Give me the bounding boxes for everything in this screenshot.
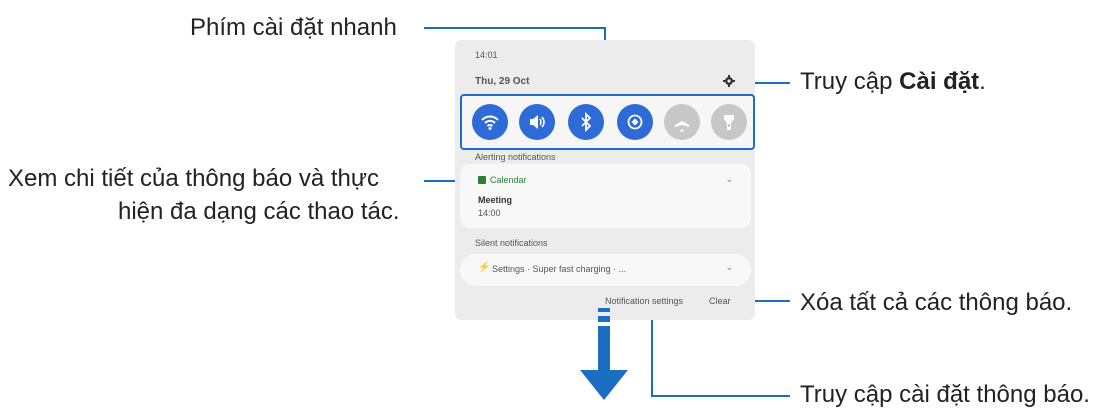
notification-settings-link[interactable]: Notification settings — [605, 296, 683, 306]
chevron-down-icon[interactable]: ⌄ — [725, 262, 733, 273]
flashlight-icon — [724, 115, 734, 130]
auto-rotate-toggle[interactable] — [617, 104, 653, 140]
settings-callout-prefix: Truy cập — [800, 68, 900, 95]
auto-rotate-icon — [627, 114, 643, 130]
quick-settings-callout: Phím cài đặt nhanh — [190, 14, 397, 41]
calendar-icon — [478, 176, 486, 184]
airplane-toggle[interactable] — [664, 104, 700, 140]
bolt-icon: ⚡ — [478, 262, 491, 273]
settings-callout-suffix: . — [979, 68, 986, 95]
leader-notif-settings-v — [651, 308, 653, 397]
clear-button[interactable]: Clear — [709, 296, 731, 306]
meeting-time: 14:00 — [478, 208, 501, 218]
silent-notification-card[interactable]: ⚡ Settings · Super fast charging · ... ⌄ — [460, 254, 751, 286]
calendar-notification-card[interactable]: Calendar ⌄ Meeting 14:00 — [460, 164, 751, 228]
settings-callout-bold: Cài đặt — [899, 68, 980, 95]
airplane-icon — [675, 114, 689, 132]
bluetooth-icon — [581, 111, 592, 133]
quick-settings-bar — [460, 94, 755, 150]
silent-header: Silent notifications — [475, 238, 548, 248]
status-time: 14:01 — [475, 50, 498, 60]
leader-notif-settings-h — [651, 395, 790, 397]
notification-settings-callout: Truy cập cài đặt thông báo. — [800, 381, 1090, 408]
flashlight-toggle[interactable] — [711, 104, 747, 140]
clear-all-callout: Xóa tất cả các thông báo. — [800, 289, 1073, 316]
silent-item-text: Settings · Super fast charging · ... — [492, 264, 627, 274]
details-callout-line1: Xem chi tiết của thông báo và thực — [8, 165, 379, 192]
bluetooth-toggle[interactable] — [568, 104, 604, 140]
calendar-app-name: Calendar — [490, 175, 527, 185]
chevron-down-icon[interactable]: ⌄ — [725, 174, 733, 185]
meeting-title: Meeting — [478, 195, 513, 205]
settings-callout: Truy cập Cài đặt. — [800, 67, 986, 97]
sound-icon — [530, 115, 545, 129]
wifi-icon — [481, 115, 499, 130]
swipe-down-arrow-icon — [580, 308, 628, 400]
details-callout-line2: hiện đa dạng các thao tác. — [118, 198, 400, 225]
notification-panel: 14:01 Thu, 29 Oct Alerting notifications… — [455, 40, 755, 320]
alerting-header: Alerting notifications — [475, 152, 556, 162]
wifi-toggle[interactable] — [472, 104, 508, 140]
gear-icon[interactable] — [723, 75, 735, 87]
status-date: Thu, 29 Oct — [475, 76, 530, 87]
leader-quick-settings-h — [424, 27, 606, 29]
sound-toggle[interactable] — [519, 104, 555, 140]
